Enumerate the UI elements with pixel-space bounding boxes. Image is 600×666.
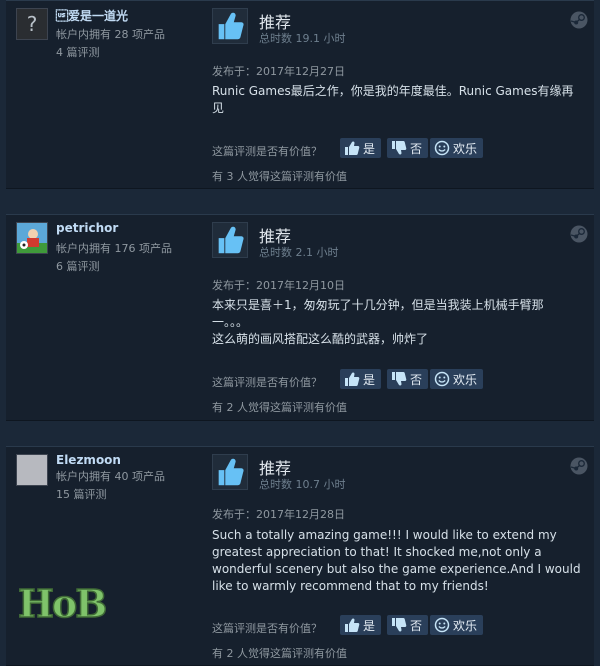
playtime-hours: 总时数 19.1 小时: [259, 32, 346, 45]
vote-yes-label: 是: [363, 141, 376, 156]
helpful-count: 有 2 人觉得这篇评测有价值: [212, 401, 347, 414]
vote-no-button[interactable]: 否: [387, 369, 429, 389]
review-content-line: 一。。。: [212, 315, 249, 329]
helpful-question: 这篇评测是否有价值？: [212, 622, 322, 635]
thumbs-down-icon: [391, 617, 407, 633]
vote-no-label: 否: [410, 618, 423, 633]
smile-icon: [434, 371, 450, 387]
vote-funny-label: 欢乐: [453, 618, 478, 633]
avatar-image: [17, 223, 47, 253]
vote-no-button[interactable]: 否: [387, 615, 429, 635]
thumbs-up-icon: [212, 8, 248, 44]
posted-date: 发布于：2017年12月27日: [212, 65, 345, 78]
review-content-line: 本来只是喜＋1，匆匆玩了十几分钟，但是当我装上机械手臂那: [212, 298, 544, 312]
avatar[interactable]: [16, 454, 48, 486]
vote-funny-label: 欢乐: [453, 372, 478, 387]
avatar[interactable]: [16, 222, 48, 254]
posted-date: 发布于：2017年12月28日: [212, 508, 345, 521]
vote-yes-button[interactable]: 是: [340, 138, 382, 158]
vote-yes-button[interactable]: 是: [340, 615, 382, 635]
thumbs-down-icon: [391, 371, 407, 387]
helpful-count: 有 2 人觉得这篇评测有价值: [212, 647, 347, 660]
vote-yes-label: 是: [363, 618, 376, 633]
vote-funny-button[interactable]: 欢乐: [430, 138, 484, 158]
avatar[interactable]: ?: [16, 8, 48, 40]
vote-yes-label: 是: [363, 372, 376, 387]
playtime-hours: 总时数 10.7 小时: [259, 478, 346, 491]
smile-icon: [434, 617, 450, 633]
vote-no-label: 否: [410, 141, 423, 156]
review-card: petrichor 帐户内拥有 176 项产品 6 篇评测 推荐 总时数 2.1…: [6, 214, 594, 421]
steam-logo-icon: [570, 457, 588, 475]
review-count[interactable]: 15 篇评测: [56, 486, 107, 502]
products-owned: 帐户内拥有 176 项产品: [56, 242, 172, 255]
user-name-link[interactable]: petrichor: [56, 221, 118, 235]
thumbs-up-icon: [212, 222, 248, 258]
review-count[interactable]: 6 篇评测: [56, 258, 100, 274]
vote-yes-button[interactable]: 是: [340, 369, 382, 389]
products-owned: 帐户内拥有 40 项产品: [56, 470, 165, 483]
vote-no-button[interactable]: 否: [387, 138, 429, 158]
review-content-line: 这么萌的画风搭配这么酷的武器，帅炸了: [212, 332, 429, 346]
thumbs-down-icon: [391, 140, 407, 156]
review-count[interactable]: 4 篇评测: [56, 44, 100, 60]
thumbs-up-icon: [344, 140, 360, 156]
helpful-question: 这篇评测是否有价值？: [212, 376, 322, 389]
smile-icon: [434, 140, 450, 156]
helpful-question: 这篇评测是否有价值？: [212, 145, 322, 158]
review-content: Such a totally amazing game!!! I would l…: [212, 528, 581, 593]
steam-logo-icon: [570, 225, 588, 243]
review-content: 本来只是喜＋1，匆匆玩了十几分钟，但是当我装上机械手臂那 一。。。 这么萌的画风…: [212, 297, 582, 348]
helpful-count: 有 3 人觉得这篇评测有价值: [212, 170, 347, 183]
review-content: Runic Games最后之作，你是我的年度最佳。Runic Games有缘再见: [212, 84, 574, 115]
hob-logo-watermark: HoB: [17, 580, 109, 627]
steam-logo-icon: [570, 11, 588, 29]
review-card: Elezmoon 帐户内拥有 40 项产品 15 篇评测 推荐 总时数 10.7…: [6, 446, 594, 666]
user-name-link[interactable]: 爱是一道光: [56, 7, 128, 24]
vote-funny-button[interactable]: 欢乐: [430, 615, 484, 635]
review-card: ? 爱是一道光 帐户内拥有 28 项产品 4 篇评测 推荐 总时数 19.1 小…: [6, 0, 594, 189]
vote-funny-button[interactable]: 欢乐: [430, 369, 484, 389]
vote-funny-label: 欢乐: [453, 141, 478, 156]
posted-date: 发布于：2017年12月10日: [212, 279, 345, 292]
user-name-link[interactable]: Elezmoon: [56, 453, 121, 467]
vote-no-label: 否: [410, 372, 423, 387]
products-owned: 帐户内拥有 28 项产品: [56, 28, 165, 41]
playtime-hours: 总时数 2.1 小时: [259, 246, 339, 259]
svg-text:HoB: HoB: [18, 581, 106, 626]
thumbs-up-icon: [344, 617, 360, 633]
thumbs-up-icon: [344, 371, 360, 387]
thumbs-up-icon: [212, 454, 248, 490]
